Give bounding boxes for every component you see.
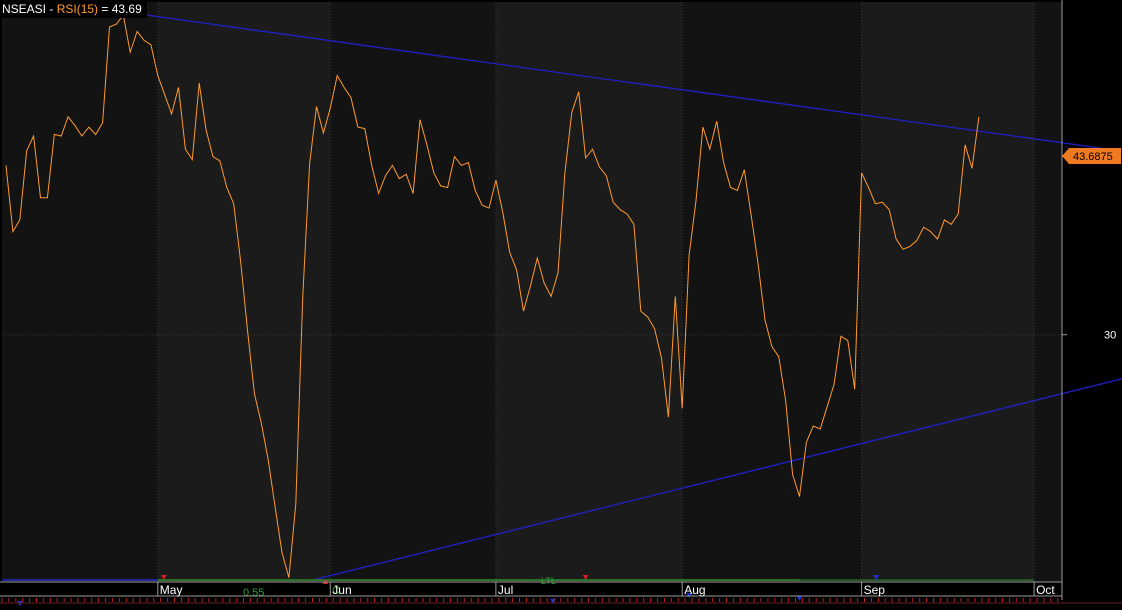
- month-panel: [861, 2, 1035, 582]
- x-month-label: Aug: [684, 583, 705, 597]
- marker-small-label: LTL: [541, 576, 556, 586]
- rsi-chart[interactable]: 0.55 CLTL 30 May Jun Jul Aug Sep Oct NSEASI - …: [0, 0, 1122, 610]
- month-panels: [2, 2, 1062, 582]
- last-value-tag: 43.6875: [1062, 148, 1121, 164]
- header-separator: -: [46, 2, 57, 16]
- month-panel: [330, 2, 496, 582]
- x-month-label: May: [160, 583, 183, 597]
- month-panel: [2, 2, 158, 582]
- header-indicator: RSI(15): [57, 2, 98, 16]
- x-month-label: Sep: [864, 583, 886, 597]
- x-month-label: Oct: [1036, 583, 1055, 597]
- header-equals: =: [98, 2, 112, 16]
- y-tick-label: 30: [1104, 330, 1116, 342]
- header-value: 43.69: [112, 2, 142, 16]
- x-month-label: Jun: [332, 583, 351, 597]
- last-value-tag-text: 43.6875: [1073, 151, 1113, 163]
- header-symbol: NSEASI: [2, 2, 46, 16]
- month-panel: [1034, 2, 1062, 582]
- marker-number-label: 0.55: [243, 587, 264, 599]
- x-month-label: Jul: [498, 583, 513, 597]
- month-panel: [682, 2, 862, 582]
- chart-title: NSEASI - RSI(15) = 43.69: [2, 2, 142, 16]
